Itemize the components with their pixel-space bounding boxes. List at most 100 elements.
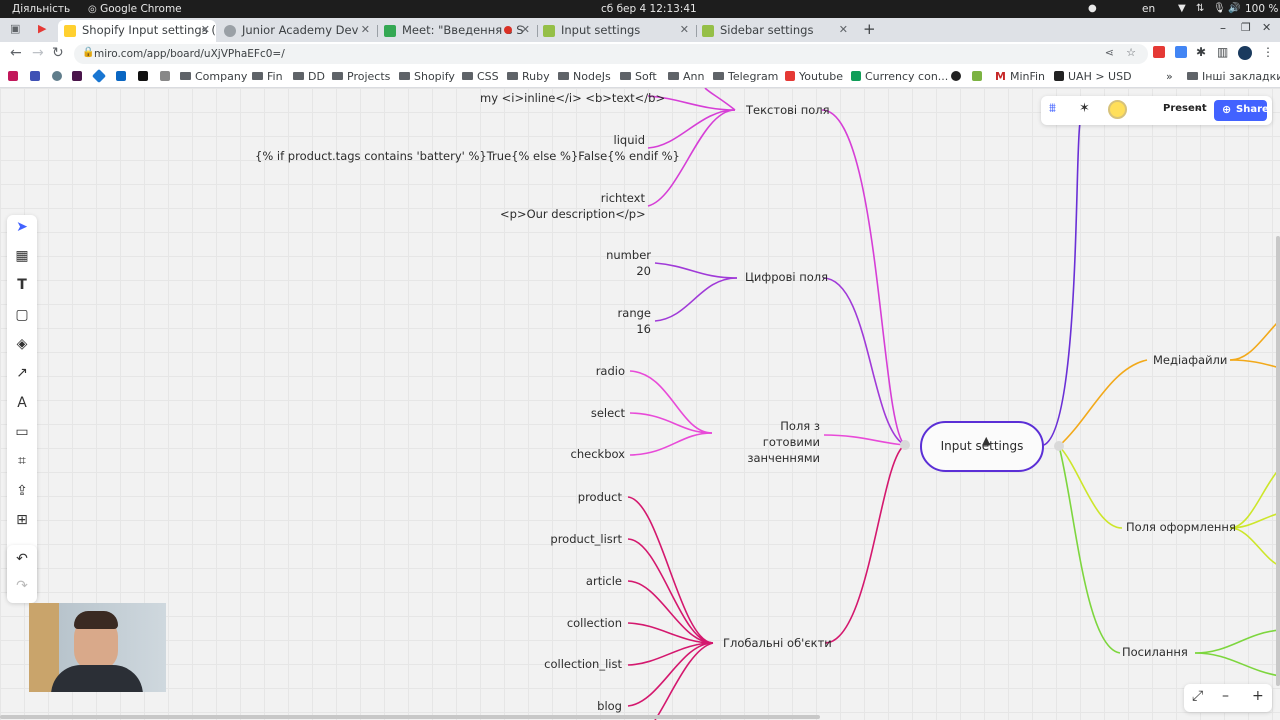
filter-icon[interactable]: ⩩ bbox=[1049, 101, 1056, 116]
forward-icon[interactable]: → bbox=[32, 45, 44, 61]
mindmap-node-liquid[interactable]: liquid bbox=[580, 132, 645, 148]
right-connector-handle[interactable] bbox=[1054, 441, 1064, 451]
clock[interactable]: сб бер 4 12:13:41 bbox=[601, 3, 697, 15]
miro-board-canvas[interactable]: my <i>inline</i> <b>text</b> Текстові по… bbox=[0, 88, 1280, 720]
chrome-menu-icon[interactable]: ⋮ bbox=[1262, 45, 1274, 59]
bookmark-folder-nodejs[interactable]: NodeJs bbox=[558, 70, 611, 83]
activities-button[interactable]: Діяльність bbox=[12, 3, 70, 15]
profile-avatar[interactable] bbox=[1238, 46, 1252, 60]
timer-icon[interactable] bbox=[1108, 100, 1127, 119]
share-page-icon[interactable]: ⋖ bbox=[1105, 46, 1114, 59]
comment-icon[interactable]: ▭ bbox=[7, 424, 37, 440]
bookmark-minfin[interactable]: M MinFin bbox=[995, 70, 1045, 83]
bookmark-folder-other[interactable]: Інші закладки bbox=[1187, 70, 1280, 83]
mindmap-node-product-list[interactable]: product_lisrt bbox=[500, 531, 622, 547]
celebrate-icon[interactable]: ✶ bbox=[1079, 101, 1090, 116]
close-window-button[interactable]: ✕ bbox=[1262, 21, 1271, 34]
mindmap-node-text-value[interactable]: my <i>inline</i> <b>text</b> bbox=[480, 90, 665, 106]
tab-sidebar-settings[interactable]: Sidebar settings ✕ bbox=[696, 20, 854, 42]
bookmark-icon-2[interactable] bbox=[30, 70, 44, 83]
connection-line-icon[interactable]: ↗ bbox=[7, 365, 37, 381]
mindmap-node-collection-list[interactable]: collection_list bbox=[500, 656, 622, 672]
mindmap-node-number-value[interactable]: 20 bbox=[580, 263, 651, 279]
bookmarks-overflow-icon[interactable]: » bbox=[1166, 70, 1173, 83]
bookmark-folder-projects[interactable]: Projects bbox=[332, 70, 390, 83]
restore-button[interactable]: ❐ bbox=[1241, 21, 1251, 34]
wifi-icon[interactable]: ▼ bbox=[1178, 3, 1186, 14]
bookmark-folder-dd[interactable]: DD bbox=[293, 70, 325, 83]
bookmark-icon-1[interactable] bbox=[8, 70, 22, 83]
side-panel-icon[interactable]: ▥ bbox=[1217, 45, 1228, 59]
gmail-extension-icon[interactable] bbox=[1153, 46, 1165, 58]
bookmark-folder-shopify[interactable]: Shopify bbox=[399, 70, 455, 83]
back-icon[interactable]: ← bbox=[10, 45, 22, 61]
undo-icon[interactable]: ↶ bbox=[7, 551, 37, 567]
bookmark-folder-telegram[interactable]: Telegram bbox=[713, 70, 778, 83]
share-button[interactable]: ⊕ Share bbox=[1214, 100, 1269, 121]
zoom-in-button[interactable]: + bbox=[1252, 688, 1264, 704]
tab-input-settings[interactable]: Input settings ✕ bbox=[537, 20, 695, 42]
reload-icon[interactable]: ↻ bbox=[52, 45, 64, 61]
mindmap-node-product[interactable]: product bbox=[530, 489, 622, 505]
mindmap-node-article[interactable]: article bbox=[530, 573, 622, 589]
extension-v-icon[interactable] bbox=[1175, 46, 1187, 58]
tab-shopify-input-settings[interactable]: Shopify Input settings ( ✕ bbox=[58, 20, 216, 42]
templates-icon[interactable]: ▦ bbox=[7, 248, 37, 264]
volume-icon[interactable]: 🔊 bbox=[1228, 3, 1240, 14]
close-tab-icon[interactable]: ✕ bbox=[839, 23, 848, 36]
battery-indicator[interactable]: 100 % bbox=[1245, 3, 1278, 15]
language-indicator[interactable]: en bbox=[1142, 3, 1155, 15]
close-tab-icon[interactable]: ✕ bbox=[361, 23, 370, 36]
bookmark-icon-8[interactable] bbox=[160, 70, 174, 83]
mindmap-node-media[interactable]: Медіафайли bbox=[1153, 352, 1227, 368]
mindmap-node-richtext[interactable]: richtext bbox=[560, 190, 645, 206]
tab-search-icon[interactable]: ▣ bbox=[10, 22, 20, 35]
network-icon[interactable]: ⇅ bbox=[1196, 3, 1204, 14]
bookmark-icon-5[interactable] bbox=[91, 68, 108, 84]
mindmap-node-blog[interactable]: blog bbox=[530, 698, 622, 714]
url-field[interactable]: 🔒 miro.com/app/board/uXjVPhaEFc0=/ ⋖ ☆ bbox=[74, 44, 1148, 64]
upload-icon[interactable]: ⇪ bbox=[7, 483, 37, 499]
minimize-button[interactable]: – bbox=[1220, 21, 1226, 35]
close-tab-icon[interactable]: ✕ bbox=[201, 23, 210, 36]
bookmark-folder-soft[interactable]: Soft bbox=[620, 70, 657, 83]
bookmark-icon-3[interactable] bbox=[52, 70, 66, 83]
mindmap-node-checkbox[interactable]: checkbox bbox=[540, 446, 625, 462]
bookmark-folder-css[interactable]: CSS bbox=[462, 70, 499, 83]
mindmap-node-range-value[interactable]: 16 bbox=[580, 321, 651, 337]
bookmark-folder-company[interactable]: Company bbox=[180, 70, 247, 83]
mindmap-node-links[interactable]: Посилання bbox=[1122, 644, 1188, 660]
bookmark-uah-usd[interactable]: UAH > USD bbox=[1054, 70, 1132, 83]
mindmap-node-preset-fields[interactable]: Поля з готовими занченнями bbox=[720, 418, 820, 466]
record-icon[interactable]: ● bbox=[1088, 3, 1097, 14]
mindmap-node-number[interactable]: number bbox=[580, 247, 651, 263]
close-tab-icon[interactable]: ✕ bbox=[680, 23, 689, 36]
mindmap-node-select[interactable]: select bbox=[560, 405, 625, 421]
bookmark-slack-icon[interactable] bbox=[72, 70, 86, 83]
tab-meet[interactable]: Meet: "Введення в S ✕ bbox=[378, 20, 536, 42]
select-tool-icon[interactable]: ➤ bbox=[7, 219, 37, 235]
sticky-note-icon[interactable]: ▢ bbox=[7, 307, 37, 323]
lock-icon[interactable]: 🔒 bbox=[82, 47, 94, 58]
more-tools-icon[interactable]: ⊞ bbox=[7, 512, 37, 528]
mindmap-node-numeric-fields[interactable]: Цифрові поля bbox=[745, 269, 828, 285]
mindmap-node-collection[interactable]: collection bbox=[510, 615, 622, 631]
close-tab-icon[interactable]: ✕ bbox=[521, 23, 530, 36]
bookmark-folder-ruby[interactable]: Ruby bbox=[507, 70, 550, 83]
fit-screen-icon[interactable]: ⤢ bbox=[1192, 688, 1203, 704]
pen-icon[interactable]: A bbox=[7, 395, 37, 411]
mindmap-node-design-fields[interactable]: Поля оформлення bbox=[1126, 519, 1236, 535]
mindmap-node-text-fields[interactable]: Текстові поля bbox=[746, 102, 830, 118]
bookmark-icon-extra-1[interactable] bbox=[951, 70, 965, 83]
bookmark-currency[interactable]: Currency con... bbox=[851, 70, 948, 83]
mindmap-node-range[interactable]: range bbox=[580, 305, 651, 321]
mindmap-node-radio[interactable]: radio bbox=[560, 363, 625, 379]
bookmark-star-icon[interactable]: ☆ bbox=[1126, 46, 1136, 59]
text-tool-icon[interactable]: T bbox=[7, 277, 37, 293]
bookmark-folder-ann[interactable]: Ann bbox=[668, 70, 704, 83]
bookmark-youtube[interactable]: Youtube bbox=[785, 70, 843, 83]
left-connector-handle[interactable] bbox=[900, 440, 910, 450]
bookmark-icon-7[interactable] bbox=[138, 70, 152, 83]
horizontal-scrollbar[interactable] bbox=[0, 715, 820, 719]
redo-icon[interactable]: ↷ bbox=[7, 578, 37, 594]
